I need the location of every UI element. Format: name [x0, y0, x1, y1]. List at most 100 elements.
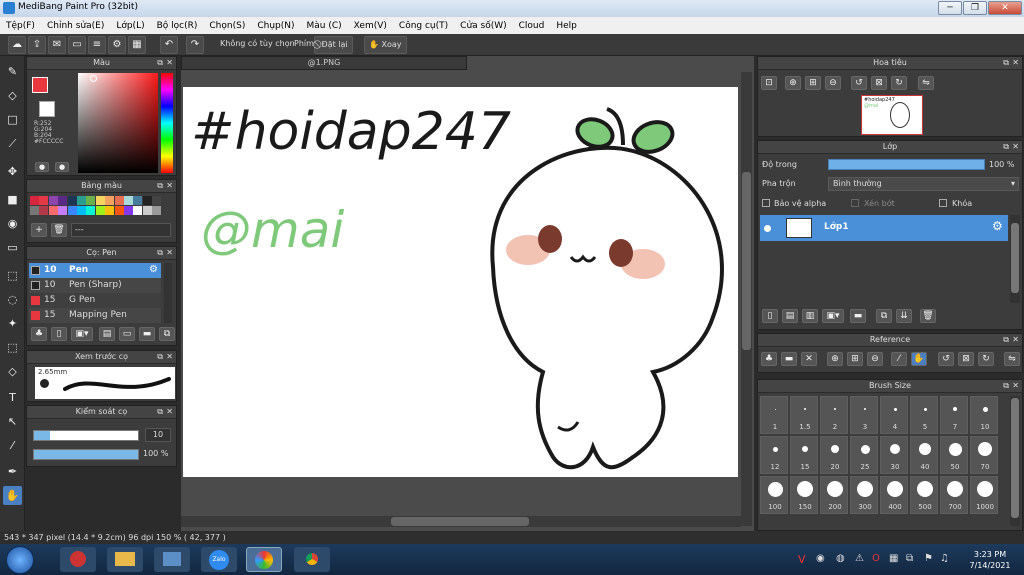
- brush-size-cell[interactable]: 1: [760, 396, 788, 434]
- select-pen-icon[interactable]: ⬚: [3, 338, 22, 357]
- gradient-tool-icon[interactable]: ▭: [3, 238, 22, 257]
- brush-size-cell[interactable]: 100: [760, 476, 788, 514]
- tray-v-icon[interactable]: V: [798, 553, 806, 566]
- vertical-scroll-thumb[interactable]: [742, 172, 751, 350]
- rotate-left-icon[interactable]: ↺: [851, 76, 867, 90]
- flip-icon[interactable]: ⇋: [918, 76, 934, 90]
- close-icon[interactable]: ✕: [1012, 141, 1019, 153]
- palette-swatch[interactable]: [58, 196, 68, 205]
- brush-size-cell[interactable]: 30: [880, 436, 908, 474]
- brush-size-cell[interactable]: 70: [970, 436, 998, 474]
- vertical-scrollbar[interactable]: [741, 72, 752, 526]
- palette-swatch[interactable]: [124, 206, 133, 215]
- palette-swatch[interactable]: [39, 196, 49, 205]
- dot-tool-icon[interactable]: □: [3, 110, 22, 129]
- brush-item-mapping-pen[interactable]: 15 Mapping Pen: [29, 308, 161, 323]
- zalo-icon[interactable]: Zalo: [201, 547, 237, 572]
- brush-size-cell[interactable]: 12: [760, 436, 788, 474]
- palette-swatch[interactable]: [67, 206, 77, 215]
- navigator-thumbnail[interactable]: #hoidap247 @mai: [861, 95, 923, 135]
- zoom-out-icon[interactable]: ⊖: [825, 76, 841, 90]
- dropper-tool-icon[interactable]: ⁄: [3, 436, 22, 455]
- close-button[interactable]: ✕: [988, 1, 1022, 15]
- brush-size-value[interactable]: 10: [145, 428, 171, 442]
- palette-swatch[interactable]: [58, 206, 68, 215]
- brush-size-cell[interactable]: 10: [970, 396, 998, 434]
- minimize-button[interactable]: ─: [938, 1, 962, 15]
- reset-view-icon[interactable]: ⊠: [871, 76, 887, 90]
- brush-folder-icon[interactable]: ▬: [139, 327, 155, 341]
- brush-opacity-slider[interactable]: [33, 449, 139, 460]
- start-button[interactable]: [6, 546, 34, 574]
- delete-layer-icon[interactable]: 🗑: [920, 309, 936, 323]
- ref-zoom-in-icon[interactable]: ⊕: [827, 352, 843, 366]
- close-icon[interactable]: ✕: [1012, 57, 1019, 69]
- ref-rotate-right-icon[interactable]: ↻: [978, 352, 994, 366]
- brush-copy-icon[interactable]: ▤: [99, 327, 115, 341]
- menu-snap[interactable]: Chụp(N): [251, 21, 300, 31]
- brush-new-icon[interactable]: ▯: [51, 327, 67, 341]
- ref-fit-icon[interactable]: ⊞: [847, 352, 863, 366]
- add-palette-icon[interactable]: +: [31, 223, 47, 237]
- ref-reset-icon[interactable]: ⊠: [958, 352, 974, 366]
- float-icon[interactable]: ⧉: [1003, 380, 1009, 392]
- brush-size-cell[interactable]: 3: [850, 396, 878, 434]
- palette-swatch[interactable]: [30, 196, 39, 205]
- hue-slider[interactable]: [161, 73, 173, 173]
- palette-swatch[interactable]: [86, 196, 96, 205]
- menu-help[interactable]: Help: [550, 21, 583, 31]
- float-icon[interactable]: ⧉: [1003, 334, 1009, 346]
- brush-size-cell[interactable]: 2: [820, 396, 848, 434]
- float-icon[interactable]: ⧉: [157, 180, 163, 192]
- palette-swatch[interactable]: [105, 206, 115, 215]
- comment-icon[interactable]: ✉: [48, 36, 66, 54]
- brush-size-cell[interactable]: 15: [790, 436, 818, 474]
- palette-swatch[interactable]: [133, 196, 143, 205]
- palette-swatch[interactable]: [152, 196, 162, 205]
- fit-window-icon[interactable]: ⊞: [805, 76, 821, 90]
- maximize-button[interactable]: ❐: [963, 1, 987, 15]
- brush-size-scrollbar[interactable]: [1010, 396, 1020, 526]
- saturation-picker[interactable]: [78, 73, 158, 173]
- share-icon[interactable]: ⇪: [28, 36, 46, 54]
- chrome-icon[interactable]: [294, 547, 330, 572]
- brush-dropdown-icon[interactable]: ▣▾: [71, 327, 93, 341]
- menu-file[interactable]: Tệp(F): [0, 21, 41, 31]
- layer-row[interactable]: Lớp1 ⚙: [760, 215, 1008, 241]
- horizontal-scroll-thumb[interactable]: [391, 517, 529, 526]
- volume-icon[interactable]: ♫: [940, 553, 949, 564]
- new-8bit-layer-icon[interactable]: ▥: [802, 309, 818, 323]
- brush-list-scrollbar[interactable]: [164, 263, 172, 323]
- brush-duplicate-icon[interactable]: ⧉: [159, 327, 175, 341]
- brush-item-pen[interactable]: 10 Pen ⚙: [29, 263, 161, 278]
- reset-button[interactable]: ⃠ Đặt lại: [314, 36, 353, 54]
- operation-tool-icon[interactable]: ↖: [3, 412, 22, 431]
- lasso-tool-icon[interactable]: ◌: [3, 290, 22, 309]
- palette-swatch[interactable]: [152, 206, 162, 215]
- main-color-swatch[interactable]: [32, 77, 48, 93]
- picker-cursor[interactable]: [90, 75, 97, 82]
- tray-chat-icon[interactable]: ◍: [836, 553, 845, 564]
- brush-import-icon[interactable]: ▭: [119, 327, 135, 341]
- palette-swatch[interactable]: [95, 196, 105, 205]
- new-halftone-layer-icon[interactable]: ▤: [782, 309, 798, 323]
- float-icon[interactable]: ⧉: [157, 247, 163, 259]
- pen-tool-icon[interactable]: ✒: [3, 462, 22, 481]
- medibang-icon[interactable]: [246, 547, 282, 572]
- color-mode-icon[interactable]: ●: [35, 162, 49, 172]
- ref-close-icon[interactable]: ✕: [801, 352, 817, 366]
- document-icon[interactable]: ≡: [88, 36, 106, 54]
- layer-folder-icon[interactable]: ▬: [850, 309, 866, 323]
- rectangle-tool-icon[interactable]: ■: [3, 190, 22, 209]
- move-tool-icon[interactable]: ✥: [3, 162, 22, 181]
- menu-view[interactable]: Xem(V): [348, 21, 393, 31]
- palette-swatch[interactable]: [142, 206, 152, 215]
- nav-fit-icon[interactable]: ⊡: [761, 76, 777, 90]
- duplicate-layer-icon[interactable]: ⧉: [876, 309, 892, 323]
- tray-flag-icon[interactable]: ⚑: [924, 553, 933, 564]
- folder-icon[interactable]: [107, 547, 143, 572]
- tray-clock[interactable]: 3:23 PM 7/14/2021: [960, 549, 1020, 571]
- menu-select[interactable]: Chọn(S): [203, 21, 251, 31]
- tray-opera-icon[interactable]: O: [872, 553, 880, 564]
- float-icon[interactable]: ⧉: [157, 351, 163, 363]
